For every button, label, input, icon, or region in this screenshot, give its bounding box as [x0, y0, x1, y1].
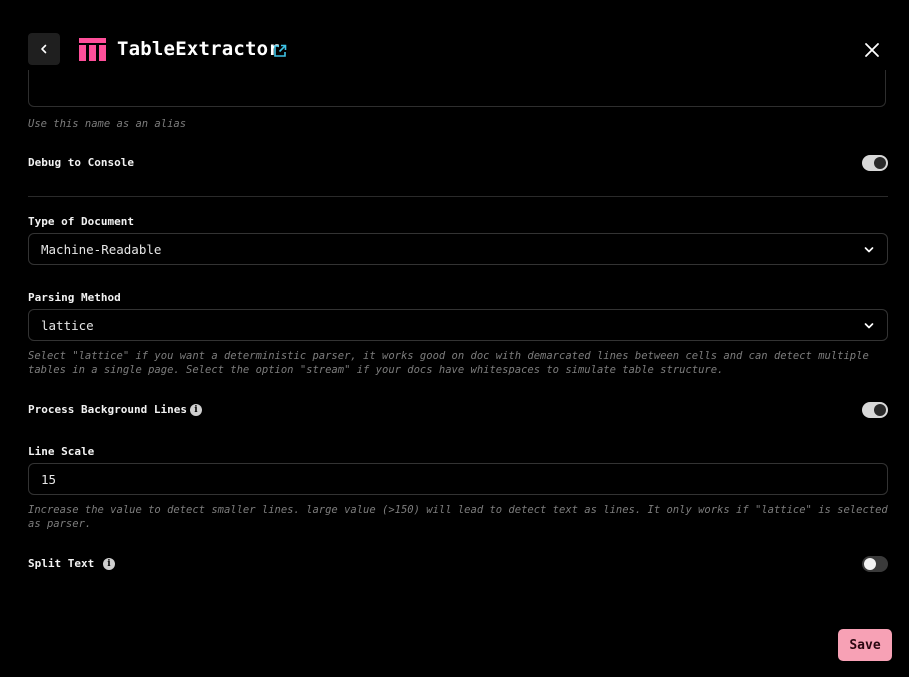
divider [28, 196, 888, 197]
alias-input[interactable] [28, 70, 886, 107]
line-scale-label: Line Scale [28, 445, 95, 458]
process-background-lines-label: Process Background Lines [28, 403, 187, 416]
document-type-label: Type of Document [28, 215, 134, 228]
debug-label: Debug to Console [28, 156, 134, 169]
back-button[interactable] [28, 33, 60, 65]
page-title: TableExtractor [117, 38, 280, 60]
alias-hint: Use this name as an alias [28, 118, 187, 130]
chevron-down-icon [864, 247, 874, 253]
line-scale-input[interactable]: 15 [28, 463, 888, 495]
close-icon[interactable] [862, 40, 882, 60]
chevron-left-icon [41, 44, 47, 54]
toggle-knob [874, 404, 886, 416]
document-type-select[interactable]: Machine-Readable [28, 233, 888, 265]
split-text-toggle[interactable] [862, 556, 888, 572]
parsing-method-hint: Select "lattice" if you want a determini… [28, 350, 869, 376]
toggle-knob [874, 157, 886, 169]
line-scale-value: 15 [41, 472, 57, 487]
table-extractor-logo [79, 38, 106, 61]
info-icon[interactable]: i [103, 558, 115, 570]
debug-toggle[interactable] [862, 155, 888, 171]
chevron-down-icon [864, 323, 874, 329]
document-type-value: Machine-Readable [41, 242, 162, 257]
process-background-lines-toggle[interactable] [862, 402, 888, 418]
split-text-label: Split Text [28, 557, 95, 570]
external-link-icon[interactable] [273, 44, 287, 58]
parsing-method-select[interactable]: lattice [28, 309, 888, 341]
parsing-method-label: Parsing Method [28, 291, 121, 304]
parsing-method-value: lattice [41, 318, 94, 333]
toggle-knob [864, 558, 876, 570]
save-button[interactable]: Save [838, 629, 892, 661]
info-icon[interactable]: i [190, 404, 202, 416]
line-scale-hint: Increase the value to detect smaller lin… [28, 504, 888, 530]
